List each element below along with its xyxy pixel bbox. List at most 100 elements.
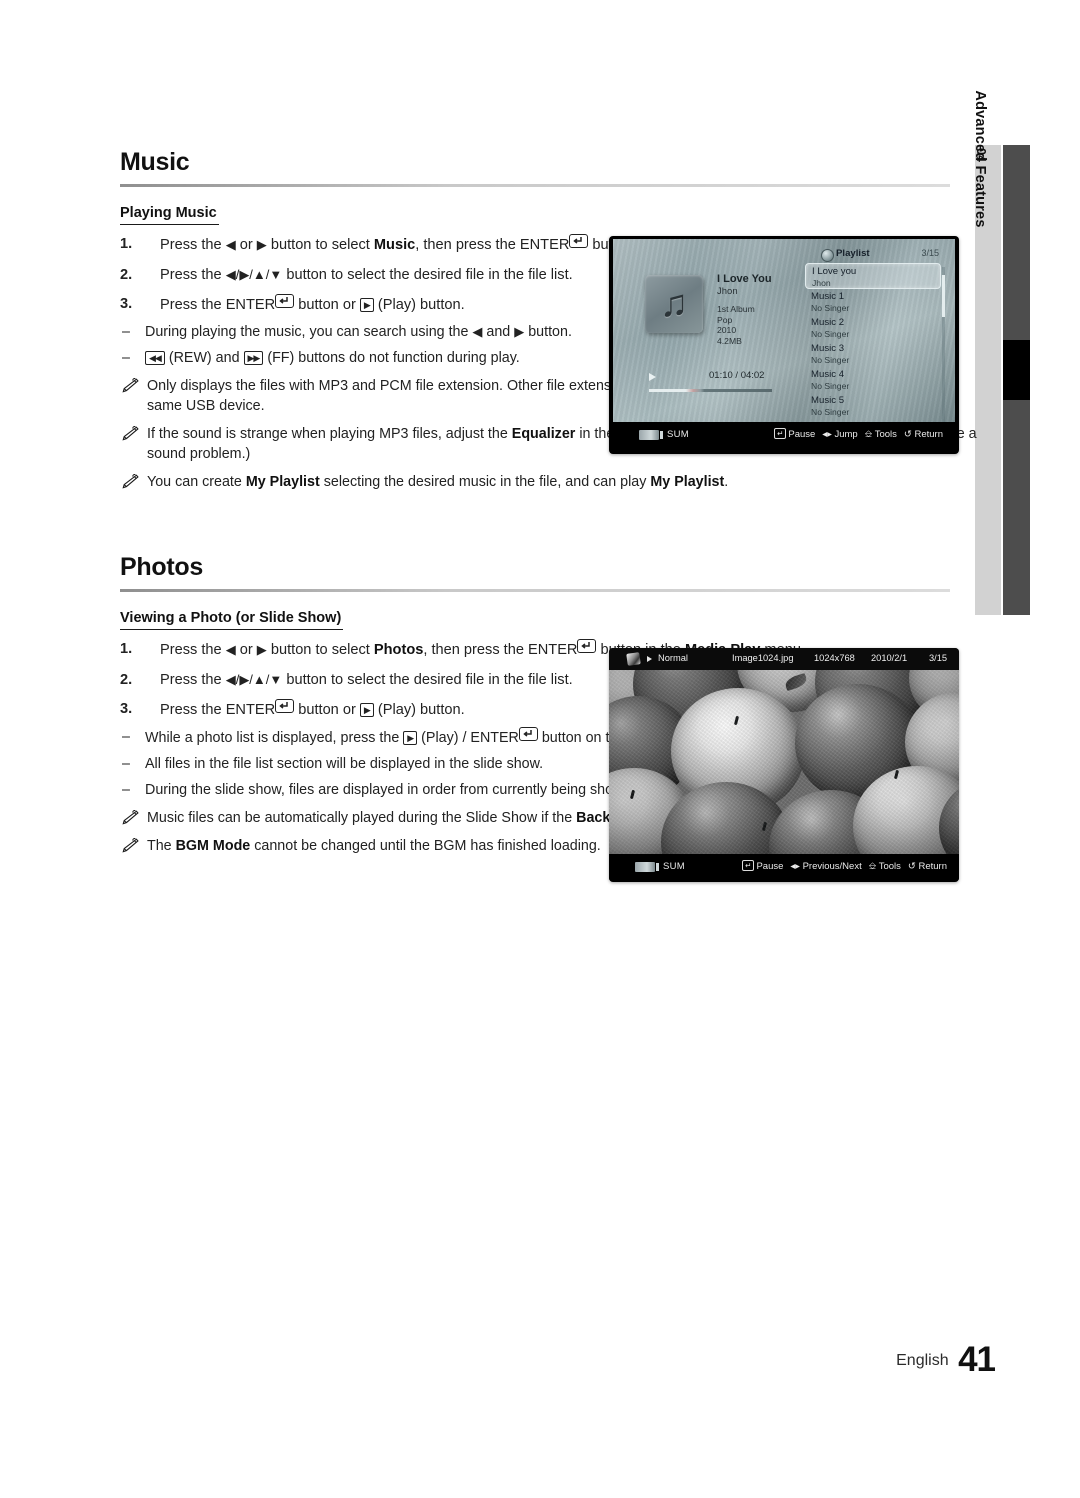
track-title: I Love You xyxy=(717,273,772,285)
emphasis-text: BGM Mode xyxy=(175,837,251,854)
source-label: SUM xyxy=(667,429,690,440)
pencil-note-icon xyxy=(120,425,139,441)
step-number: 3. xyxy=(120,296,133,312)
playlist-item-singer: No Singer xyxy=(811,355,850,365)
body-text: You can create xyxy=(147,473,246,490)
body-text: button to select xyxy=(266,642,374,658)
emphasis-text: My Playlist xyxy=(650,473,725,490)
body-text: ▶ xyxy=(514,323,525,339)
playlist-item[interactable]: Music 3 No Singer xyxy=(805,341,941,367)
body-text: ENTER xyxy=(225,297,276,313)
action-hint[interactable]: ⎒ Tools xyxy=(869,861,901,872)
music-player-screenshot: ♫ I Love You Jhon 1st Album Pop 2010 4.2… xyxy=(609,236,959,454)
playlist-item-singer: No Singer xyxy=(811,303,850,313)
body-text: (REW) and xyxy=(164,349,244,366)
body-text: and xyxy=(482,323,515,340)
body-text: ▶ xyxy=(256,642,267,657)
body-text: button to select xyxy=(266,237,374,253)
emphasis-text: Photos xyxy=(373,642,424,658)
action-hint-label: Return xyxy=(918,861,947,872)
track-size: 4.2MB xyxy=(717,335,742,346)
body-text: ENTER xyxy=(225,702,276,718)
action-hint[interactable]: ◂▸ Previous/Next xyxy=(790,861,861,872)
photo-thumbnail-icon xyxy=(626,652,641,666)
photo-info-bar: Normal Image1024.jpg 1024x768 2010/2/1 3… xyxy=(609,648,959,670)
playlist-item[interactable]: I Love you Jhon xyxy=(805,263,941,289)
usb-icon xyxy=(639,430,663,440)
action-hint[interactable]: ↺ Return xyxy=(904,429,943,440)
body-text: ◀/▶/▲/▼ xyxy=(225,266,283,282)
body-text: or xyxy=(235,642,257,658)
music-action-hints: ↵ Pause ◂▸ Jump ⎒ Tools ↺ Return xyxy=(774,428,943,440)
page-title-photos: Photos xyxy=(120,553,203,581)
playback-time: 01:10 / 04:02 xyxy=(709,370,765,381)
body-text: selecting the desired music in the file,… xyxy=(319,473,651,490)
photo-viewer-screenshot: Normal Image1024.jpg 1024x768 2010/2/1 3… xyxy=(609,648,959,882)
playlist-item[interactable]: Music 1 No Singer xyxy=(805,289,941,315)
action-hint[interactable]: ↺ Return xyxy=(908,861,947,872)
track-meta: 1st Album Pop 2010 4.2MB xyxy=(717,304,755,346)
playlist-item-name: Music 3 xyxy=(811,343,845,354)
photo-image-apples xyxy=(609,670,959,854)
playlist-item-name: I Love you xyxy=(812,266,857,277)
play-key-icon: ▶ xyxy=(403,730,418,745)
body-text: Press the xyxy=(160,642,226,658)
body-text: button or xyxy=(294,702,360,718)
playlist-items: I Love you Jhon Music 1 No Singer Music 2 No … xyxy=(805,263,941,419)
playlist-item-name: Music 4 xyxy=(811,369,845,380)
body-text: button or xyxy=(294,297,360,313)
source-label: SUM xyxy=(663,861,686,872)
body-text: . xyxy=(724,473,729,490)
body-text: ▶ xyxy=(256,237,267,252)
action-hint-label: Pause xyxy=(788,429,816,440)
action-hint-label: Tools xyxy=(874,429,897,440)
play-key-icon: ▶ xyxy=(359,703,374,717)
playlist-item-singer: No Singer xyxy=(811,329,850,339)
dash-marker: – xyxy=(122,323,130,340)
body-text: Press the xyxy=(160,702,226,718)
body-text: button to select the desired file in the… xyxy=(282,671,573,688)
action-hint-label: Pause xyxy=(756,861,784,872)
playlist-scrollbar[interactable] xyxy=(942,267,945,422)
subtitle-playing-music: Playing Music xyxy=(120,205,219,225)
emphasis-text: Music xyxy=(373,237,416,253)
playlist-item[interactable]: Music 2 No Singer xyxy=(805,315,941,341)
playlist-item-name: Music 2 xyxy=(811,317,845,328)
emphasis-text: Equalizer xyxy=(511,425,576,442)
step-number: 3. xyxy=(120,701,133,717)
action-hint[interactable]: ↵ Pause xyxy=(774,428,816,440)
step-number: 2. xyxy=(120,671,133,688)
dash-marker: – xyxy=(122,781,130,798)
body-text: Music files can be automatically played … xyxy=(147,809,577,826)
left-right-arrow-icon: ◂▸ xyxy=(790,861,800,872)
photo-date: 2010/2/1 xyxy=(871,653,908,663)
playlist-scrollbar-thumb[interactable] xyxy=(942,275,945,317)
playlist-item[interactable]: Music 4 No Singer xyxy=(805,367,941,393)
progress-bar[interactable] xyxy=(649,389,772,392)
footer-page-number: 41 xyxy=(958,1340,996,1379)
playlist-label: Playlist xyxy=(836,248,870,259)
tools-key-icon: ⎒ xyxy=(864,429,873,440)
playlist-item[interactable]: Music 5 No Singer xyxy=(805,393,941,419)
body-text: or xyxy=(235,237,257,253)
album-art: ♫ xyxy=(645,275,703,333)
body-text: During playing the music, you can search… xyxy=(145,323,473,340)
pencil-note-icon xyxy=(120,377,139,393)
action-hint[interactable]: ⎒ Tools xyxy=(865,429,897,440)
action-hint[interactable]: ↵ Pause xyxy=(742,860,784,872)
body-text: Press the xyxy=(160,237,226,253)
body-text: While a photo list is displayed, press t… xyxy=(145,729,404,746)
playlist-panel: Playlist 3/15 I Love you Jhon Music 1 No Si… xyxy=(805,247,945,422)
track-year: 2010 xyxy=(717,325,737,336)
chapter-index-marker xyxy=(1003,340,1030,400)
body-text: , then press the xyxy=(415,237,520,253)
enter-key-icon xyxy=(275,699,295,713)
body-text: ENTER xyxy=(528,642,578,658)
action-hint-label: Jump xyxy=(834,429,858,440)
body-text: (Play) button. xyxy=(373,702,465,718)
page-footer: English 41 xyxy=(896,1340,996,1380)
action-hint[interactable]: ◂▸ Jump xyxy=(822,429,857,440)
body-text: Press the xyxy=(160,266,226,283)
body-text: , then press the xyxy=(423,642,529,658)
music-player-screen: ♫ I Love You Jhon 1st Album Pop 2010 4.2… xyxy=(613,239,955,422)
